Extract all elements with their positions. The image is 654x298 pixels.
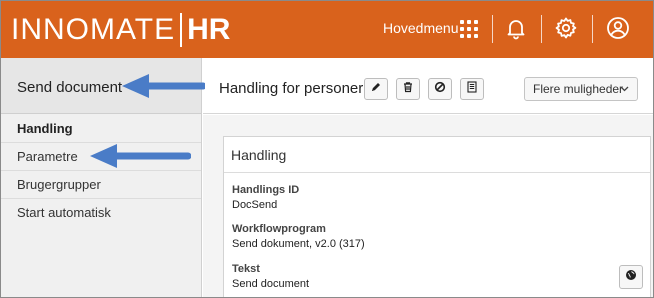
globe-icon [625,268,637,286]
top-bar: INNOMATE HR Hovedmenu [1,1,653,58]
annotation-arrow-icon [90,144,191,168]
panel-title: Handling [231,147,287,163]
translate-button[interactable] [619,265,643,289]
document-button[interactable] [460,78,484,100]
sidebar-item-handling[interactable]: Handling [1,115,201,143]
gear-icon[interactable] [554,16,578,40]
grid-icon[interactable] [460,20,478,38]
handling-panel: Handling Handlings ID DocSend Workflowpr… [223,136,651,297]
field-label-handlings-id: Handlings ID [232,184,300,196]
annotation-arrow-icon [122,74,205,98]
field-label-tekst: Tekst [232,263,260,275]
edit-button[interactable] [364,78,388,100]
field-value-workflowprogram: Send dokument, v2.0 (317) [232,238,365,250]
logo-text: INNOMATE [11,13,176,46]
edit-icon [370,80,382,98]
more-options-dropdown[interactable]: Flere muligheder [524,77,638,101]
delete-icon [402,80,414,98]
field-label-workflowprogram: Workflowprogram [232,223,326,235]
disable-button[interactable] [428,78,452,100]
chevron-down-icon [620,86,629,92]
user-icon[interactable] [606,16,630,40]
page-title: Handling for personer [219,80,364,97]
app-logo[interactable]: INNOMATE HR [11,11,230,49]
bell-icon[interactable] [504,16,528,40]
main-header: Handling for personer Flere muligheder [203,58,653,114]
field-value-handlings-id: DocSend [232,199,278,211]
content-area: Handling Handlings ID DocSend Workflowpr… [203,115,653,297]
sidebar-title: Send document [17,79,123,96]
field-value-tekst: Send document [232,278,310,290]
divider [492,15,493,43]
sidebar-item-brugergrupper[interactable]: Brugergrupper [1,171,201,199]
logo-divider [180,13,183,47]
app-frame: INNOMATE HR Hovedmenu Send document Hand… [0,0,654,298]
divider [592,15,593,43]
main-menu-link[interactable]: Hovedmenu [383,20,459,36]
logo-hr-text: HR [187,13,231,46]
more-options-label: Flere muligheder [533,82,624,96]
document-icon [466,80,478,98]
panel-header: Handling [224,137,650,173]
sidebar-item-start-automatisk[interactable]: Start automatisk [1,199,201,227]
disable-icon [434,80,446,98]
divider [541,15,542,43]
delete-button[interactable] [396,78,420,100]
